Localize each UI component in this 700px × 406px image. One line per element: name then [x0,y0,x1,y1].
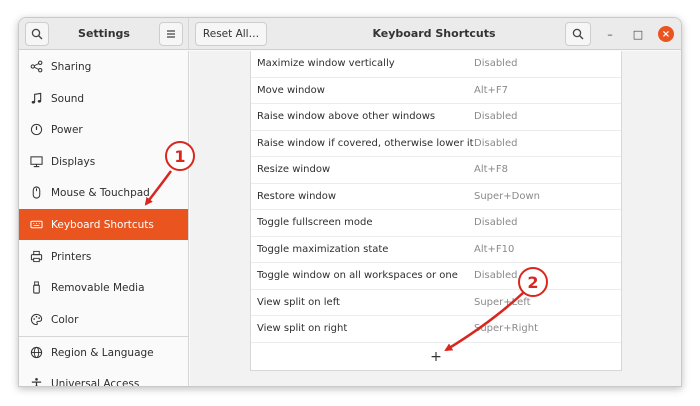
printer-icon [29,250,43,264]
shortcut-row[interactable]: Toggle maximization state Alt+F10 [251,237,621,263]
keyboard-icon [29,218,43,232]
shortcut-row[interactable]: Restore window Super+Down [251,184,621,210]
shortcut-accel: Alt+F8 [474,164,509,176]
sidebar-item-label: Printers [51,250,92,263]
shortcut-accel: Disabled [474,270,518,282]
shortcut-row[interactable]: Toggle fullscreen mode Disabled [251,210,621,237]
sidebar-item-keyboard-shortcuts[interactable]: Keyboard Shortcuts [19,209,188,240]
shortcut-row[interactable]: View split on right Super+Right [251,316,621,343]
display-icon [29,155,43,169]
shortcut-name: Toggle maximization state [257,243,389,255]
search-icon [31,28,43,40]
shortcut-name: Maximize window vertically [257,58,395,70]
annotation-badge-2: 2 [518,267,548,297]
sidebar-item-label: Removable Media [51,281,145,294]
sidebar-item-label: Region & Language [51,346,154,359]
shortcut-name: Move window [257,84,325,96]
shortcut-name: Toggle fullscreen mode [257,217,373,229]
sidebar-item-printers[interactable]: Printers [19,241,188,272]
sidebar-item-label: Displays [51,155,96,168]
shortcut-accel: Super+Right [474,323,539,335]
shortcut-name: Raise window if covered, otherwise lower… [257,137,474,149]
shortcut-accel: Super+Down [474,190,541,202]
page-title: Keyboard Shortcuts [372,27,496,40]
shortcut-row[interactable]: Resize window Alt+F8 [251,157,621,184]
shortcut-name: View split on right [257,323,348,335]
shortcut-accel: Alt+F10 [474,243,515,255]
shortcut-row[interactable]: Maximize window vertically Disabled [251,51,621,78]
sidebar-item-sharing[interactable]: Sharing [19,51,188,82]
power-icon [29,123,43,137]
search-icon [572,28,584,40]
share-icon [29,60,43,74]
sidebar-item-label: Sharing [51,60,92,73]
sidebar-header: Settings [19,18,189,50]
sidebar-item-power[interactable]: Power [19,114,188,145]
main-panel: Maximize window vertically Disabled Move… [190,51,681,386]
reset-all-button[interactable]: Reset All… [195,22,267,46]
header-bar: Settings Reset All… Keyboard Shortcuts –… [19,18,681,50]
shortcut-name: Raise window above other windows [257,111,436,123]
hamburger-icon [167,30,175,38]
shortcut-row[interactable]: Move window Alt+F7 [251,78,621,104]
shortcut-name: Resize window [257,164,331,176]
shortcut-row[interactable]: Raise window if covered, otherwise lower… [251,131,621,157]
sidebar-title: Settings [78,27,130,40]
music-note-icon [29,92,43,106]
shortcut-accel: Disabled [474,137,518,149]
shortcut-list: Maximize window vertically Disabled Move… [250,51,622,371]
shortcut-accel: Alt+F7 [474,84,509,96]
shortcut-row[interactable]: View split on left Super+Left [251,290,621,316]
shortcut-name: Restore window [257,190,337,202]
sidebar-item-universal-access[interactable]: Universal Access [19,368,188,387]
close-button[interactable]: × [658,26,674,42]
sidebar-item-label: Keyboard Shortcuts [51,218,154,231]
shortcut-accel: Super+Left [474,296,531,308]
sidebar-item-sound[interactable]: Sound [19,83,188,114]
sidebar-item-label: Color [51,313,79,326]
sidebar-item-removable-media[interactable]: Removable Media [19,272,188,303]
shortcut-row[interactable]: Raise window above other windows Disable… [251,104,621,131]
globe-icon [29,346,43,360]
sidebar-item-label: Power [51,123,83,136]
shortcut-name: View split on left [257,296,340,308]
palette-icon [29,313,43,327]
sidebar-item-mouse-touchpad[interactable]: Mouse & Touchpad [19,177,188,208]
sidebar: Sharing Sound Power Displays Mouse & Tou… [19,51,189,387]
settings-window: Settings Reset All… Keyboard Shortcuts –… [18,17,682,387]
annotation-badge-1: 1 [165,141,195,171]
sidebar-item-label: Sound [51,92,85,105]
mouse-icon [29,186,43,200]
sidebar-item-label: Universal Access [51,377,140,387]
search-button[interactable] [25,22,49,46]
add-shortcut-button[interactable]: + [251,343,621,370]
shortcut-row[interactable]: Toggle window on all workspaces or one D… [251,263,621,290]
usb-icon [29,281,43,295]
sidebar-item-displays[interactable]: Displays [19,146,188,177]
minimize-button[interactable]: – [602,26,618,42]
shortcut-accel: Disabled [474,58,518,70]
shortcut-accel: Disabled [474,217,518,229]
sidebar-item-color[interactable]: Color [19,304,188,335]
menu-button[interactable] [159,22,183,46]
accessibility-icon [29,377,43,386]
sidebar-item-label: Mouse & Touchpad [51,186,150,199]
shortcut-accel: Disabled [474,111,518,123]
shortcut-name: Toggle window on all workspaces or one [257,270,458,282]
sidebar-item-region-language[interactable]: Region & Language [19,337,188,368]
maximize-button[interactable]: □ [630,26,646,42]
shortcut-search-button[interactable] [565,22,591,46]
